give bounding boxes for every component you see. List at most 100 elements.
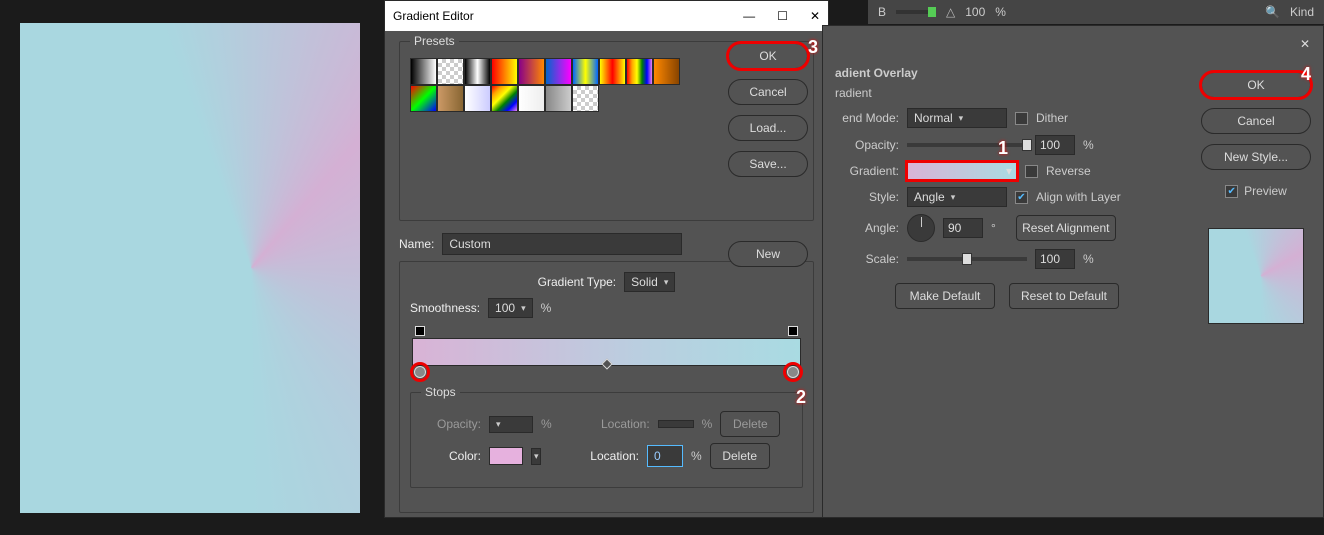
smoothness-label: Smoothness: [410, 301, 480, 315]
ls-opacity-input[interactable] [1035, 135, 1075, 155]
angle-input[interactable] [943, 218, 983, 238]
top-toolbar-strip: B △ 100 % 🔍 Kind [868, 0, 1324, 24]
stop-opacity-delete-button: Delete [720, 411, 780, 437]
new-button[interactable]: New [728, 241, 808, 267]
reverse-label: Reverse [1046, 164, 1091, 178]
preset-swatch[interactable] [437, 58, 464, 85]
preset-swatch[interactable] [410, 58, 437, 85]
percent-label: % [995, 5, 1006, 19]
canvas-preview [20, 23, 360, 513]
load-button[interactable]: Load... [728, 115, 808, 141]
ls-gradient-picker[interactable]: ▾ [907, 162, 1017, 180]
ls-cancel-button[interactable]: Cancel [1201, 108, 1311, 134]
ls-angle-label: Angle: [835, 221, 899, 235]
reset-default-button[interactable]: Reset to Default [1009, 283, 1119, 309]
window-minimize-icon[interactable]: — [743, 9, 755, 23]
channel-b-slider[interactable] [896, 10, 936, 14]
percent-label: % [1083, 138, 1094, 152]
preview-thumbnail [1208, 228, 1304, 324]
preset-swatches [410, 58, 690, 112]
stop-opacity-location-input [658, 420, 694, 428]
ok-button[interactable]: OK [728, 43, 808, 69]
channel-b-label: B [878, 5, 886, 19]
stop-opacity-location-label: Location: [590, 417, 650, 431]
preset-swatch[interactable] [518, 58, 545, 85]
window-close-icon[interactable]: ✕ [810, 9, 820, 23]
ls-scale-label: Scale: [835, 252, 899, 266]
dither-checkbox[interactable] [1015, 112, 1028, 125]
ls-scale-input[interactable] [1035, 249, 1075, 269]
window-maximize-icon[interactable]: ☐ [777, 9, 788, 23]
preset-swatch[interactable] [464, 85, 491, 112]
ls-style-select[interactable]: Angle [907, 187, 1007, 207]
blend-mode-label: end Mode: [835, 111, 899, 125]
gradient-type-select[interactable]: Solid [624, 272, 675, 292]
kind-label: Kind [1290, 5, 1314, 19]
name-label: Name: [399, 237, 434, 251]
percent-label: % [541, 417, 552, 431]
preview-checkbox[interactable] [1225, 185, 1238, 198]
percent-label: % [691, 449, 702, 463]
presets-label: Presets [410, 34, 459, 48]
ls-new-style-button[interactable]: New Style... [1201, 144, 1311, 170]
stop-color-location-input[interactable] [647, 445, 683, 467]
preset-swatch[interactable] [545, 85, 572, 112]
stop-color-swatch[interactable] [489, 447, 523, 465]
stop-opacity-label: Opacity: [421, 417, 481, 431]
stop-opacity-input [489, 416, 533, 433]
dither-label: Dither [1036, 111, 1068, 125]
preset-swatch[interactable] [545, 58, 572, 85]
percent-label: % [1083, 252, 1094, 266]
close-icon[interactable]: ✕ [1295, 34, 1315, 54]
preset-swatch[interactable] [410, 85, 437, 112]
reset-alignment-button[interactable]: Reset Alignment [1016, 215, 1116, 241]
ls-gradient-label: Gradient: [835, 164, 899, 178]
cancel-button[interactable]: Cancel [728, 79, 808, 105]
stop-color-label: Color: [421, 449, 481, 463]
channel-b-value: 100 [965, 5, 985, 19]
stop-color-delete-button[interactable]: Delete [710, 443, 770, 469]
ls-ok-button[interactable]: OK [1201, 72, 1311, 98]
preset-swatch[interactable] [437, 85, 464, 112]
preset-swatch[interactable] [599, 58, 626, 85]
reverse-checkbox[interactable] [1025, 165, 1038, 178]
stops-label: Stops [421, 385, 460, 399]
color-stops-track[interactable] [412, 366, 801, 378]
color-stop-left[interactable] [414, 366, 426, 378]
preset-swatch[interactable] [653, 58, 680, 85]
angle-dial[interactable] [907, 214, 935, 242]
preset-swatch[interactable] [491, 85, 518, 112]
preset-swatch[interactable] [626, 58, 653, 85]
percent-label: % [541, 301, 552, 315]
make-default-button[interactable]: Make Default [895, 283, 995, 309]
save-button[interactable]: Save... [728, 151, 808, 177]
ls-scale-slider[interactable] [907, 257, 1027, 261]
ls-opacity-label: Opacity: [835, 138, 899, 152]
gradient-type-label: Gradient Type: [538, 275, 617, 289]
align-checkbox[interactable] [1015, 191, 1028, 204]
ls-opacity-slider[interactable] [907, 143, 1027, 147]
degree-label: ° [991, 221, 996, 235]
stop-color-dropdown[interactable] [531, 448, 541, 465]
color-stop-right[interactable] [787, 366, 799, 378]
canvas-area [0, 0, 380, 518]
blend-mode-select[interactable]: Normal [907, 108, 1007, 128]
gradient-editor-window: Gradient Editor — ☐ ✕ Presets ⚙ Name: Gr… [384, 0, 829, 518]
preset-swatch[interactable] [491, 58, 518, 85]
triangle-icon: △ [946, 5, 955, 19]
preview-label: Preview [1244, 184, 1287, 198]
percent-label: % [702, 417, 713, 431]
gradient-editor-titlebar[interactable]: Gradient Editor — ☐ ✕ [385, 1, 828, 31]
smoothness-input[interactable]: 100 [488, 298, 533, 318]
preset-swatch[interactable] [464, 58, 491, 85]
preset-swatch[interactable] [572, 58, 599, 85]
preset-swatch[interactable] [572, 85, 599, 112]
search-icon[interactable]: 🔍 [1265, 5, 1280, 19]
preset-swatch[interactable] [518, 85, 545, 112]
ls-style-label: Style: [835, 190, 899, 204]
align-label: Align with Layer [1036, 190, 1121, 204]
opacity-stop-left[interactable] [415, 326, 425, 336]
opacity-stop-right[interactable] [788, 326, 798, 336]
name-input[interactable] [442, 233, 682, 255]
opacity-stops-track[interactable] [412, 326, 801, 338]
